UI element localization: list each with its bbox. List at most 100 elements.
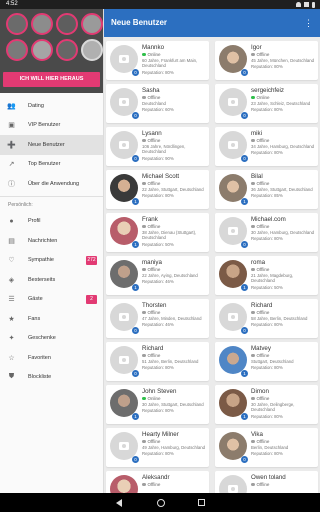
drawer-item-gift[interactable]: ✦ Geschenke bbox=[0, 329, 103, 349]
drawer-item-people[interactable]: 👥 Dating bbox=[0, 96, 103, 116]
photo-count-badge: 0 bbox=[241, 155, 248, 162]
photo-count-badge: 0 bbox=[132, 112, 139, 119]
drawer-item-info[interactable]: ⓘ Über die Anwendung bbox=[0, 174, 103, 194]
user-info: roma Offline 21 Jahre, Magdeburg, Deutschl… bbox=[251, 259, 316, 290]
user-card[interactable]: 0 Igor Offline 45 Jahre, München, Deutschla… bbox=[215, 41, 318, 80]
vip-avatar[interactable] bbox=[81, 39, 103, 61]
user-status-text: Offline bbox=[256, 224, 270, 229]
drawer-item-person[interactable]: ● Profil bbox=[0, 212, 103, 232]
user-card[interactable]: 1 Matvey Offline Stuttgart, Deutschland Repu… bbox=[215, 342, 318, 381]
drawer-item-label: Blockliste bbox=[28, 374, 52, 381]
user-status: Offline bbox=[251, 52, 316, 57]
user-card[interactable]: 0 Richard Offline 51 Jahre, Berlin, Deutsch… bbox=[106, 342, 209, 381]
user-card[interactable]: 0 miki Offline 34 Jahre, Hamburg, Deutschla… bbox=[215, 127, 318, 166]
vip-avatar[interactable] bbox=[56, 13, 78, 35]
vip-avatar[interactable] bbox=[6, 39, 28, 61]
status-dot-icon bbox=[251, 439, 255, 444]
people-icon: 👥 bbox=[7, 102, 16, 110]
drawer-item-layers[interactable]: ◈ Besterseits bbox=[0, 270, 103, 290]
user-card[interactable]: 1 roma Offline 21 Jahre, Magdeburg, Deutsch… bbox=[215, 256, 318, 295]
user-status-text: Offline bbox=[147, 267, 161, 272]
user-info: Vika Offline Berlin, Deutschland Reputation… bbox=[251, 431, 316, 457]
user-status: Online bbox=[142, 52, 207, 57]
vip-avatar[interactable] bbox=[31, 39, 53, 61]
vip-cta-button[interactable]: ICH WILL HIER HERAUS bbox=[3, 72, 100, 87]
drawer-item-star[interactable]: ★ Fans bbox=[0, 309, 103, 329]
user-card[interactable]: 1 Michael Scott Offline 22 Jahre, Stuttgart… bbox=[106, 170, 209, 209]
user-card[interactable]: 0 Hearty Milner Offline 49 Jahre, Hamburg, … bbox=[106, 428, 209, 467]
user-card[interactable]: 0 sergeichfeiz Online 23 Jahre, Schleiz, De… bbox=[215, 84, 318, 123]
vip-avatar[interactable] bbox=[6, 13, 28, 35]
user-reputation: Reputation: 80% bbox=[251, 64, 283, 70]
photo-count-badge: 0 bbox=[132, 69, 139, 76]
user-card[interactable]: 1 John Steven Online 30 Jahre, Stuttgart, D… bbox=[106, 385, 209, 424]
user-status: Offline bbox=[251, 396, 316, 401]
user-status: Offline bbox=[142, 267, 207, 272]
user-location: 47 Jahre, Minden, Deutschland bbox=[142, 316, 202, 321]
user-card[interactable]: 0 Mannko Online 60 Jahre, Frankfurt am Main… bbox=[106, 41, 209, 80]
user-status: Offline bbox=[142, 95, 207, 100]
user-reputation: Reputation: 80% bbox=[251, 413, 283, 419]
user-status-text: Offline bbox=[147, 224, 161, 229]
user-info: Mannko Online 60 Jahre, Frankfurt am Main,… bbox=[142, 44, 207, 75]
user-card[interactable]: 0 Michael.com Offline 30 Jahre, Hamburg, De… bbox=[215, 213, 318, 252]
drawer-item-heart[interactable]: ♡ Sympathie 272 bbox=[0, 251, 103, 271]
user-status: Offline bbox=[251, 224, 316, 229]
guests-icon: ☰ bbox=[8, 296, 15, 304]
user-card[interactable]: 0 Richard Offline 58 Jahre, Berlin, Deutsch… bbox=[215, 299, 318, 338]
user-card[interactable]: 0 Sasha Offline Deutschland Reputation: 60% bbox=[106, 84, 209, 123]
user-card[interactable]: 1 Dimon Offline 30 Jahre, Delingberge, Deut… bbox=[215, 385, 318, 424]
user-card[interactable]: 0Owen tolandOffline bbox=[215, 471, 318, 493]
vip-icon: ▣ bbox=[8, 122, 15, 130]
user-location: 106 Jahre, Nördlingen, Deutschland bbox=[142, 144, 186, 155]
status-dot-icon bbox=[142, 95, 146, 100]
drawer-item-new-users[interactable]: ➕ Neue Benutzer bbox=[0, 135, 103, 155]
drawer-item-chat[interactable]: ▤ Nachrichten bbox=[0, 231, 103, 251]
drawer-item-label: Neue Benutzer bbox=[28, 141, 65, 148]
user-location: 30 Jahre, Hamburg, Deutschland bbox=[251, 230, 315, 235]
user-reputation: Reputation: 80% bbox=[142, 193, 174, 199]
user-name: miki bbox=[251, 130, 262, 137]
user-name: Mannko bbox=[142, 44, 165, 51]
user-card[interactable]: 0 Thorsten Offline 47 Jahre, Minden, Deutsc… bbox=[106, 299, 209, 338]
user-card[interactable]: 1 Bilal Offline 36 Jahre, Stuttgart, Deutsc… bbox=[215, 170, 318, 209]
app-bar: Neue Benutzer ⋮ bbox=[104, 9, 320, 37]
vip-avatar[interactable] bbox=[81, 13, 103, 35]
drawer-item-label: Profil bbox=[28, 218, 41, 225]
user-info: John Steven Online 30 Jahre, Stuttgart, De… bbox=[142, 388, 207, 414]
drawer-item-favorite-star[interactable]: ☆ Favoriten bbox=[0, 348, 103, 368]
photo-count-badge: 1 bbox=[132, 284, 139, 291]
camera-icon bbox=[228, 141, 238, 149]
user-status-text: Offline bbox=[256, 439, 270, 444]
user-info: Thorsten Offline 47 Jahre, Minden, Deutsch… bbox=[142, 302, 207, 328]
photo-count-badge: 1 bbox=[132, 241, 139, 248]
system-nav-bar bbox=[0, 493, 320, 512]
person-icon: ● bbox=[9, 217, 14, 225]
more-vertical-icon[interactable]: ⋮ bbox=[304, 9, 313, 37]
user-location: Stuttgart, Deutschland bbox=[251, 359, 294, 364]
user-card[interactable]: 0 Vika Offline Berlin, Deutschland Reputatio… bbox=[215, 428, 318, 467]
drawer-item-label: Fans bbox=[28, 315, 41, 322]
drawer-item-label: VIP Benutzer bbox=[28, 122, 61, 129]
user-card[interactable]: 1 maniya Offline 22 Jahre, Aying, Deutschla… bbox=[106, 256, 209, 295]
user-reputation: Reputation: 80% bbox=[251, 322, 283, 328]
drawer-item-guests[interactable]: ☰ Gäste 2 bbox=[0, 290, 103, 310]
vip-avatar[interactable] bbox=[31, 13, 53, 35]
user-card[interactable]: 0AleksandrOffline bbox=[106, 471, 209, 493]
user-status: Offline bbox=[251, 267, 316, 272]
user-name: Igor bbox=[251, 44, 262, 51]
vip-avatar[interactable] bbox=[56, 39, 78, 61]
drawer-item-trending[interactable]: ↗ Top Benutzer bbox=[0, 155, 103, 175]
user-info: Richard Offline 51 Jahre, Berlin, Deutschl… bbox=[142, 345, 207, 371]
drawer-item-vip[interactable]: ▣ VIP Benutzer bbox=[0, 116, 103, 136]
drawer-item-block[interactable]: ⛊ Blockliste bbox=[0, 368, 103, 388]
user-card[interactable]: 1 Frank Offline 38 Jahre, Dienau (Stuttgart… bbox=[106, 213, 209, 252]
home-icon[interactable] bbox=[157, 499, 165, 507]
user-name: maniya bbox=[142, 259, 162, 266]
recent-apps-icon[interactable] bbox=[198, 499, 205, 506]
user-card[interactable]: 0 Lysann Offline 106 Jahre, Nördlingen, Deu… bbox=[106, 127, 209, 166]
user-status-text: Offline bbox=[256, 353, 270, 358]
user-name: Sasha bbox=[142, 87, 160, 94]
user-info: Hearty Milner Offline 49 Jahre, Hamburg, D… bbox=[142, 431, 207, 457]
back-icon[interactable] bbox=[116, 499, 122, 507]
